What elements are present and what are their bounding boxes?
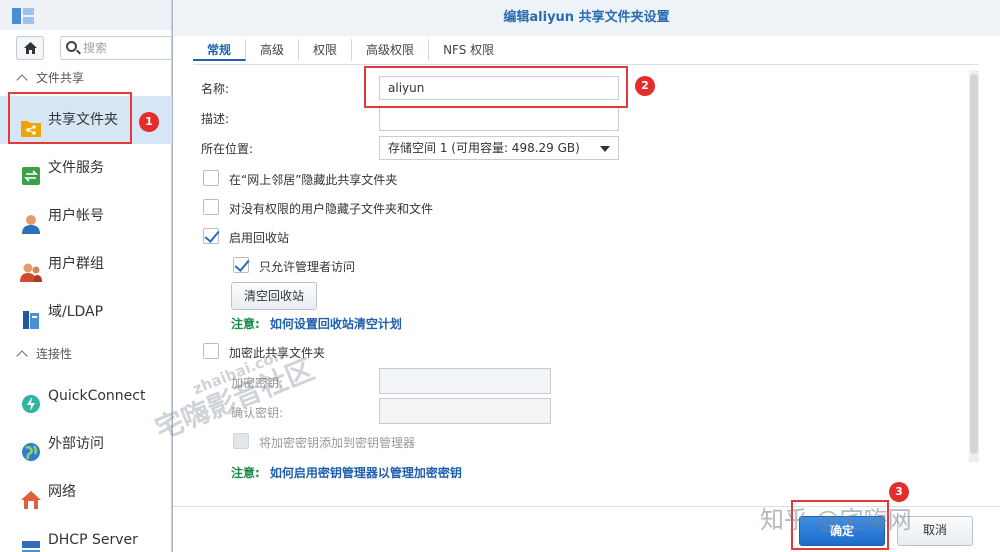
- sidebar-item-network[interactable]: 网络: [0, 468, 172, 516]
- sidebar-item-quickconnect[interactable]: QuickConnect: [0, 372, 172, 420]
- sidebar-item-file-services[interactable]: 文件服务: [0, 144, 172, 192]
- location-label: 所在位置:: [201, 142, 254, 156]
- tab-advanced-permissions[interactable]: 高级权限: [352, 39, 430, 61]
- dialog-scrollbar[interactable]: [969, 70, 979, 462]
- sidebar-item-label: 用户群组: [48, 256, 104, 272]
- sidebar-item-domain-ldap[interactable]: 域/LDAP: [0, 288, 172, 336]
- sidebar-item-label: 域/LDAP: [48, 304, 104, 320]
- sidebar-item-external-access[interactable]: 外部访问: [0, 420, 172, 468]
- control-panel-logo-icon: [12, 8, 34, 24]
- shared-folder-settings-dialog: 编辑aliyun 共享文件夹设置 常规 高级 权限 高级权限 NFS 权限 名称…: [172, 0, 1000, 552]
- location-select-value: 存储空间 1 (可用容量: 498.29 GB): [388, 141, 580, 155]
- recycle-bin-note: 注意: 如何设置回收站清空计划: [231, 315, 402, 332]
- hide-network-label: 在“网上邻居”隐藏此共享文件夹: [229, 173, 398, 187]
- encryption-key-field[interactable]: [379, 368, 551, 394]
- recycle-bin-label: 启用回收站: [229, 231, 290, 245]
- sidebar-item-label: 网络: [48, 484, 76, 500]
- sidebar-item-user-account[interactable]: 用户帐号: [0, 192, 172, 240]
- network-home-icon: [20, 482, 42, 509]
- globe-icon: [20, 434, 42, 461]
- dialog-tabs: 常规 高级 权限 高级权限 NFS 权限: [193, 36, 508, 64]
- sidebar-header: [0, 0, 171, 30]
- add-key-manager-label: 将加密密钥添加到密钥管理器: [259, 436, 416, 450]
- section-label: 文件共享: [36, 71, 85, 85]
- location-select[interactable]: 存储空间 1 (可用容量: 498.29 GB): [379, 136, 619, 160]
- sidebar-item-user-group[interactable]: 用户群组: [0, 240, 172, 288]
- annotation-badge-2: 2: [635, 76, 655, 96]
- chevron-up-icon: [16, 350, 28, 362]
- tab-advanced[interactable]: 高级: [246, 39, 300, 61]
- scrollbar-thumb[interactable]: [970, 74, 978, 454]
- sidebar-item-dhcp-server[interactable]: DHCP Server: [0, 516, 172, 552]
- file-services-icon: [20, 158, 42, 185]
- sidebar-item-label: DHCP Server: [48, 532, 138, 548]
- recycle-bin-checkbox[interactable]: [203, 228, 219, 244]
- section-connectivity[interactable]: 连接性: [0, 342, 172, 366]
- sidebar-item-label: 用户帐号: [48, 208, 104, 224]
- user-group-icon: [20, 254, 42, 282]
- recycle-bin-schedule-link[interactable]: 如何设置回收站清空计划: [270, 317, 402, 331]
- add-key-manager-checkbox[interactable]: [233, 433, 249, 449]
- note-prefix: 注意:: [231, 317, 260, 331]
- tab-nfs-permissions[interactable]: NFS 权限: [429, 39, 508, 61]
- hide-network-checkbox[interactable]: [203, 170, 219, 186]
- key-manager-link[interactable]: 如何启用密钥管理器以管理加密密钥: [270, 466, 462, 480]
- annotation-badge-3: 3: [889, 482, 909, 502]
- hide-subfolders-checkbox[interactable]: [203, 199, 219, 215]
- tab-divider: [193, 64, 979, 65]
- sidebar-search-row: 搜索: [10, 36, 172, 62]
- note-prefix: 注意:: [231, 466, 260, 480]
- domain-ldap-icon: [20, 302, 42, 329]
- control-panel-sidebar: 搜索 文件共享 共享文件夹 文件服务 用户帐号 用户群组 域/LDAP 连接性 …: [0, 0, 172, 552]
- chevron-up-icon: [16, 74, 28, 86]
- dhcp-server-icon: [20, 530, 42, 552]
- tab-general[interactable]: 常规: [193, 39, 247, 61]
- search-icon: [66, 41, 77, 52]
- sidebar-item-label: 外部访问: [48, 436, 104, 452]
- sidebar-item-label: 文件服务: [48, 160, 104, 176]
- tab-permissions[interactable]: 权限: [299, 39, 353, 61]
- watermark-zhihu: 知乎 @宅嗨网: [760, 506, 912, 534]
- search-input[interactable]: 搜索: [60, 36, 172, 60]
- name-label: 名称:: [201, 82, 230, 96]
- general-tab-content: 名称: aliyun 描述: 所在位置: 存储空间 1 (可用容量: 498.2…: [193, 70, 979, 480]
- dialog-title: 编辑aliyun 共享文件夹设置: [173, 0, 1000, 36]
- empty-recycle-bin-button[interactable]: 清空回收站: [231, 282, 317, 310]
- confirm-key-field[interactable]: [379, 398, 551, 424]
- annotation-highlight-box-1: [8, 92, 132, 144]
- annotation-highlight-box-2: [364, 66, 628, 108]
- description-field[interactable]: [379, 107, 619, 131]
- description-label: 描述:: [201, 112, 230, 126]
- admin-only-label: 只允许管理者访问: [259, 260, 356, 274]
- hide-subfolders-label: 对没有权限的用户隐藏子文件夹和文件: [229, 202, 434, 216]
- encrypt-checkbox[interactable]: [203, 343, 219, 359]
- quickconnect-icon: [20, 386, 42, 413]
- user-icon: [20, 206, 42, 234]
- key-manager-note: 注意: 如何启用密钥管理器以管理加密密钥: [231, 464, 462, 481]
- home-button[interactable]: [16, 36, 44, 60]
- admin-only-checkbox[interactable]: [233, 257, 249, 273]
- sidebar-item-label: QuickConnect: [48, 388, 146, 404]
- section-label: 连接性: [36, 347, 73, 361]
- search-placeholder: 搜索: [83, 41, 108, 55]
- section-file-sharing[interactable]: 文件共享: [0, 66, 172, 90]
- home-icon: [23, 42, 37, 54]
- annotation-badge-1: 1: [139, 112, 159, 132]
- chevron-down-icon: [600, 146, 610, 152]
